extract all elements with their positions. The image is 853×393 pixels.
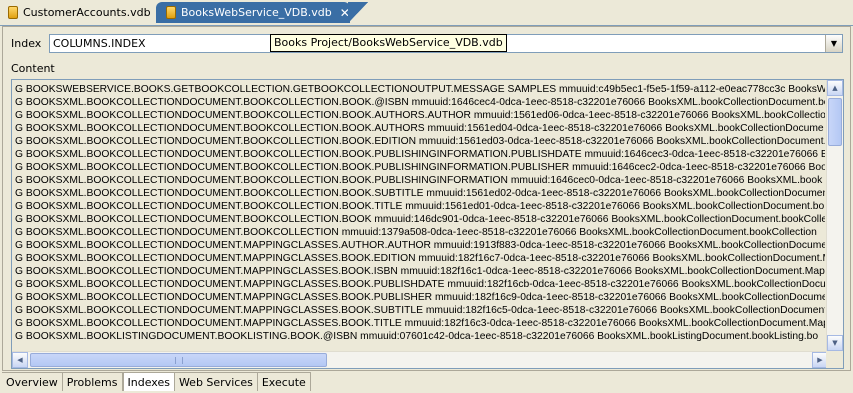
tab-label: BooksWebService_VDB.vdb bbox=[181, 6, 332, 19]
index-value: COLUMNS.INDEX bbox=[53, 37, 146, 50]
content-line: G BOOKSXML.BOOKCOLLECTIONDOCUMENT.MAPPIN… bbox=[15, 318, 825, 329]
arrow-down-icon[interactable]: ▼ bbox=[827, 335, 843, 351]
tab-problems[interactable]: Problems bbox=[62, 373, 123, 391]
index-label: Index bbox=[11, 37, 42, 50]
indexes-panel: Index COLUMNS.INDEX ▼ Books Project/Book… bbox=[2, 26, 851, 371]
arrow-up-icon[interactable]: ▲ bbox=[827, 80, 843, 96]
tab-execute[interactable]: Execute bbox=[257, 373, 311, 391]
content-line: G BOOKSXML.BOOKCOLLECTIONDOCUMENT.BOOKCO… bbox=[15, 97, 825, 108]
content-line: G BOOKSXML.BOOKCOLLECTIONDOCUMENT.BOOKCO… bbox=[15, 227, 817, 238]
arrow-left-icon[interactable]: ◀ bbox=[12, 352, 28, 368]
content-line: G BOOKSWEBSERVICE.BOOKS.GETBOOKCOLLECTIO… bbox=[15, 84, 825, 95]
content-label: Content bbox=[11, 62, 55, 75]
content-line: G BOOKSXML.BOOKLISTINGDOCUMENT.BOOKLISTI… bbox=[15, 331, 819, 342]
bottom-tab-bar: Overview Problems Indexes Web Services E… bbox=[2, 372, 311, 392]
horizontal-scroll-thumb[interactable] bbox=[30, 353, 327, 367]
tab-overview[interactable]: Overview bbox=[2, 373, 63, 391]
vdb-file-icon bbox=[8, 6, 18, 19]
editor-tab-bar: CustomerAccounts.vdb BooksWebService_VDB… bbox=[0, 0, 853, 26]
close-icon[interactable]: ✕ bbox=[340, 6, 350, 20]
content-line: G BOOKSXML.BOOKCOLLECTIONDOCUMENT.BOOKCO… bbox=[15, 110, 825, 121]
content-line: G BOOKSXML.BOOKCOLLECTIONDOCUMENT.MAPPIN… bbox=[15, 292, 825, 303]
vertical-scrollbar[interactable]: ▲ ▼ bbox=[826, 80, 843, 351]
content-line: G BOOKSXML.BOOKCOLLECTIONDOCUMENT.BOOKCO… bbox=[15, 214, 825, 225]
content-line: G BOOKSXML.BOOKCOLLECTIONDOCUMENT.BOOKCO… bbox=[15, 136, 825, 147]
scroll-corner bbox=[826, 351, 843, 368]
vdb-file-icon bbox=[166, 6, 176, 19]
content-line: G BOOKSXML.BOOKCOLLECTIONDOCUMENT.BOOKCO… bbox=[15, 162, 825, 173]
tab-books-web-service[interactable]: BooksWebService_VDB.vdb ✕ bbox=[156, 2, 368, 23]
tooltip: Books Project/BooksWebService_VDB.vdb bbox=[270, 34, 507, 52]
content-line: G BOOKSXML.BOOKCOLLECTIONDOCUMENT.MAPPIN… bbox=[15, 240, 825, 251]
content-line: G BOOKSXML.BOOKCOLLECTIONDOCUMENT.BOOKCO… bbox=[15, 175, 823, 186]
tab-label: CustomerAccounts.vdb bbox=[23, 6, 151, 19]
content-lines: G BOOKSWEBSERVICE.BOOKS.GETBOOKCOLLECTIO… bbox=[15, 83, 825, 351]
content-text-area[interactable]: G BOOKSWEBSERVICE.BOOKS.GETBOOKCOLLECTIO… bbox=[11, 79, 844, 369]
content-line: G BOOKSXML.BOOKCOLLECTIONDOCUMENT.BOOKCO… bbox=[15, 201, 825, 212]
tab-indexes[interactable]: Indexes bbox=[122, 373, 175, 391]
content-line: G BOOKSXML.BOOKCOLLECTIONDOCUMENT.MAPPIN… bbox=[15, 266, 825, 277]
chevron-down-icon[interactable]: ▼ bbox=[825, 35, 842, 52]
content-line: G BOOKSXML.BOOKCOLLECTIONDOCUMENT.BOOKCO… bbox=[15, 123, 824, 134]
tab-web-services[interactable]: Web Services bbox=[174, 373, 258, 391]
content-line: G BOOKSXML.BOOKCOLLECTIONDOCUMENT.MAPPIN… bbox=[15, 305, 825, 316]
content-line: G BOOKSXML.BOOKCOLLECTIONDOCUMENT.MAPPIN… bbox=[15, 253, 825, 264]
content-line: G BOOKSXML.BOOKCOLLECTIONDOCUMENT.BOOKCO… bbox=[15, 188, 825, 199]
vertical-scroll-thumb[interactable] bbox=[828, 98, 842, 146]
content-line: G BOOKSXML.BOOKCOLLECTIONDOCUMENT.BOOKCO… bbox=[15, 149, 825, 160]
content-line: G BOOKSXML.BOOKCOLLECTIONDOCUMENT.MAPPIN… bbox=[15, 279, 825, 290]
horizontal-scrollbar[interactable]: ◀ ▶ bbox=[12, 351, 828, 368]
tab-customer-accounts[interactable]: CustomerAccounts.vdb bbox=[2, 2, 152, 23]
